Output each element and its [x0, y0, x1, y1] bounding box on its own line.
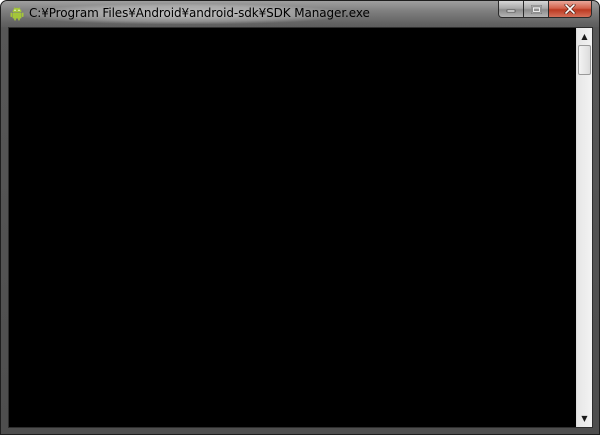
console-client-area: ▲ ▼ [8, 27, 593, 428]
console-window: C:¥Program Files¥Android¥android-sdk¥SDK… [0, 0, 600, 435]
close-icon [564, 4, 576, 14]
scroll-down-button[interactable]: ▼ [577, 410, 592, 427]
window-title: C:¥Program Files¥Android¥android-sdk¥SDK… [29, 6, 370, 20]
vertical-scrollbar[interactable]: ▲ ▼ [576, 28, 592, 427]
scrollbar-thumb[interactable] [578, 45, 591, 75]
scroll-up-icon: ▲ [581, 32, 588, 41]
console-output[interactable] [9, 28, 576, 427]
close-button[interactable] [549, 1, 592, 18]
minimize-button[interactable] [498, 1, 524, 18]
maximize-button[interactable] [524, 1, 549, 18]
title-bar[interactable]: C:¥Program Files¥Android¥android-sdk¥SDK… [1, 1, 599, 27]
minimize-icon [506, 9, 516, 13]
maximize-icon [530, 4, 542, 14]
caption-buttons [498, 1, 592, 19]
scroll-up-button[interactable]: ▲ [577, 28, 592, 45]
scroll-down-icon: ▼ [581, 414, 588, 423]
